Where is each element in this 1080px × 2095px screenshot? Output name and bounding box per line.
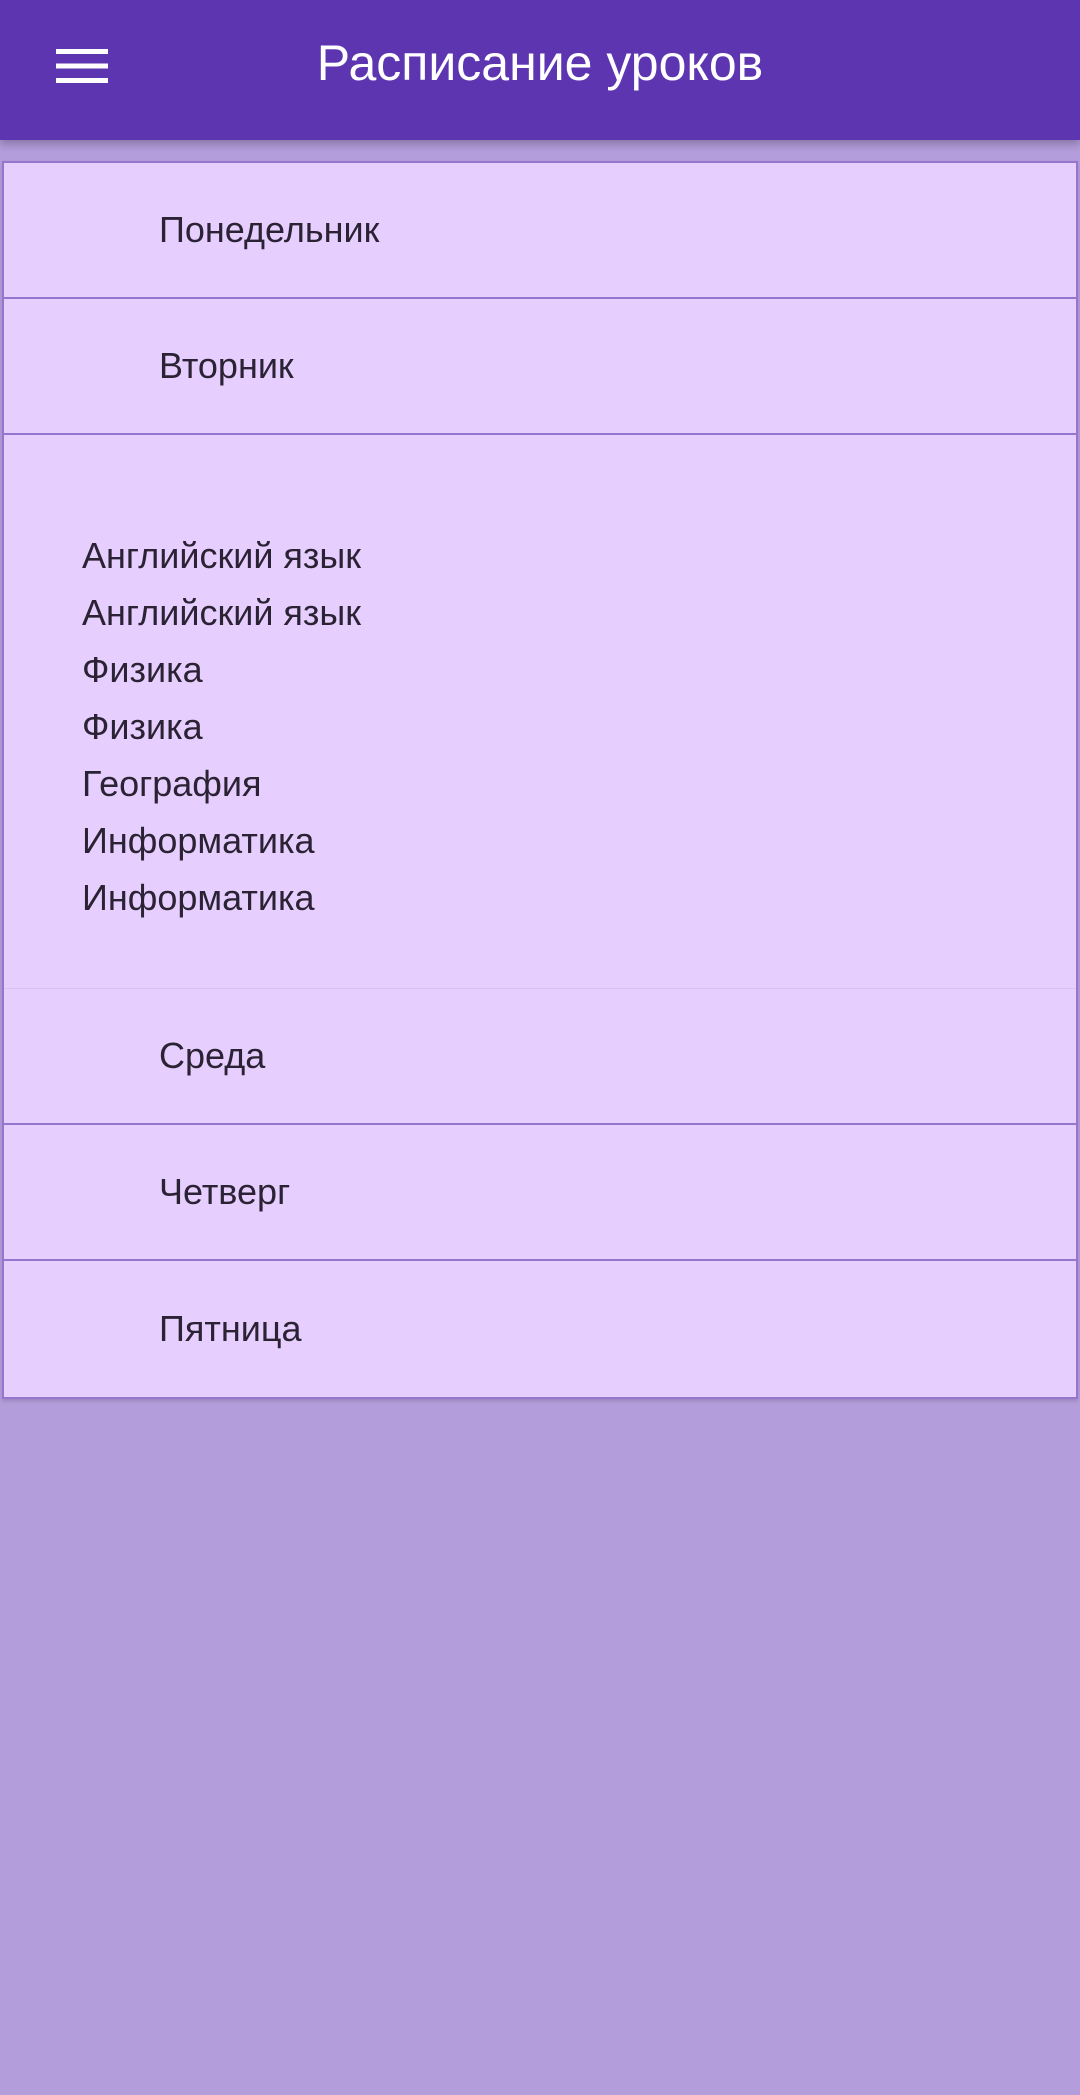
app-bar: Расписание уроков: [0, 0, 1080, 140]
tuesday-lessons-panel: Английский язык Английский язык Физика Ф…: [4, 435, 1076, 989]
lesson-item: Физика: [82, 706, 203, 747]
day-label: Вторник: [159, 345, 294, 386]
day-label: Четверг: [159, 1171, 291, 1212]
lesson-item: Физика: [82, 649, 203, 690]
day-label: Пятница: [159, 1308, 302, 1349]
page-title: Расписание уроков: [316, 35, 764, 91]
day-item-thursday[interactable]: Четверг: [4, 1125, 1076, 1261]
lesson-item: Английский язык: [82, 592, 362, 633]
day-label: Понедельник: [159, 209, 380, 250]
lesson-item: Английский язык: [82, 535, 362, 576]
day-item-tuesday[interactable]: Вторник: [4, 299, 1076, 435]
schedule-list: Понедельник Вторник Английский язык Англ…: [2, 161, 1078, 1399]
day-item-friday[interactable]: Пятница: [4, 1261, 1076, 1397]
day-item-monday[interactable]: Понедельник: [4, 163, 1076, 299]
day-item-wednesday[interactable]: Среда: [4, 989, 1076, 1125]
lesson-item: Информатика: [82, 877, 315, 918]
day-label: Среда: [159, 1035, 266, 1076]
lesson-item: География: [82, 763, 262, 804]
lesson-item: Информатика: [82, 820, 315, 861]
